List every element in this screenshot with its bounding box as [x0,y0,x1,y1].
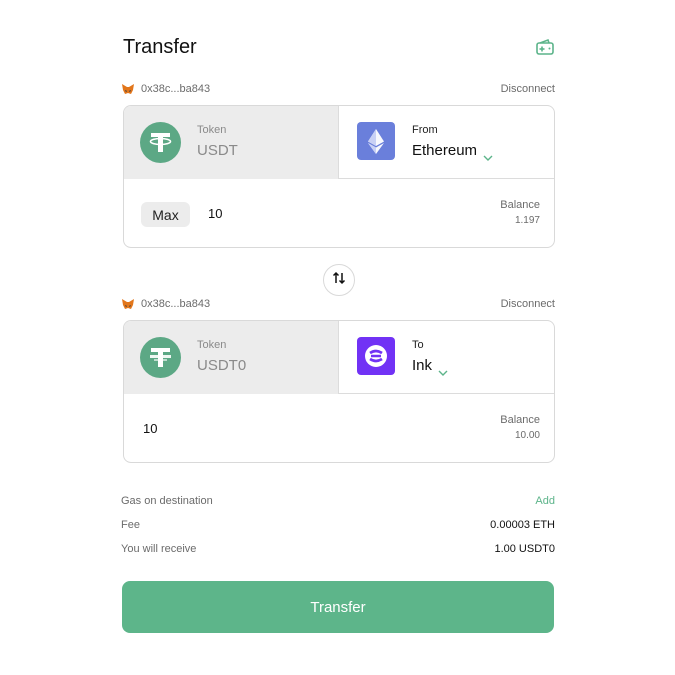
fee-value: 0.00003 ETH [490,519,555,531]
source-card-header: Token USDT From Ethereum [124,106,554,179]
to-label: To [412,339,424,351]
balance-label: Balance [500,199,540,211]
source-amount-row: Max 10 Balance 1.197 [124,180,554,247]
token-symbol: USDT [197,142,238,159]
balance-value: 10.00 [514,430,540,441]
balance-value: 1.197 [514,215,540,226]
max-button[interactable]: Max [141,202,190,227]
from-label: From [412,124,438,136]
metamask-fox-icon [121,298,135,310]
destination-token-panel: Token USDT0 [124,321,339,394]
network-name: Ink [412,357,433,374]
destination-amount-row: 10 Balance 10.00 [124,395,554,462]
receive-value: 1.00 USDT0 [494,543,555,555]
wallet-plus-icon[interactable] [535,38,555,56]
destination-card: Token USDT0 To Ink 10 Balance 10.00 [123,320,555,463]
fee-label: Fee [121,519,140,531]
token-label: Token [197,339,227,351]
page-title: Transfer [123,36,197,58]
destination-network-selector[interactable]: To Ink [340,321,554,394]
amount-input[interactable]: 10 [208,206,222,221]
swap-arrows-icon [332,271,346,290]
token-symbol: USDT0 [197,357,247,374]
gas-row: Gas on destination Add [121,493,555,509]
destination-account-row: 0x38c...ba843 Disconnect [121,296,555,312]
wallet-address: 0x38c...ba843 [141,83,211,95]
source-network-selector[interactable]: From Ethereum [340,106,554,179]
ethereum-icon [357,122,395,160]
swap-button[interactable] [323,264,355,296]
transfer-button[interactable]: Transfer [122,581,554,633]
chevron-down-icon [483,148,493,161]
receive-row: You will receive 1.00 USDT0 [121,541,555,557]
balance-label: Balance [500,414,540,426]
token-label: Token [197,124,227,136]
fee-row: Fee 0.00003 ETH [121,517,555,533]
wallet-address: 0x38c...ba843 [141,298,211,310]
source-token-panel: Token USDT [124,106,339,179]
receive-amount: 10 [143,421,158,436]
receive-label: You will receive [121,543,197,555]
add-gas-button[interactable]: Add [535,495,555,507]
network-name: Ethereum [412,142,478,159]
gas-label: Gas on destination [121,495,213,507]
tether-icon [140,122,181,163]
tether-icon [140,337,181,378]
chevron-down-icon [438,363,448,376]
ink-icon [357,337,395,375]
source-card: Token USDT From Ethereum Max 10 Balance … [123,105,555,248]
metamask-fox-icon [121,83,135,95]
source-account-row: 0x38c...ba843 Disconnect [121,81,555,97]
destination-card-header: Token USDT0 To Ink [124,321,554,394]
disconnect-link[interactable]: Disconnect [501,298,555,310]
disconnect-link[interactable]: Disconnect [501,83,555,95]
